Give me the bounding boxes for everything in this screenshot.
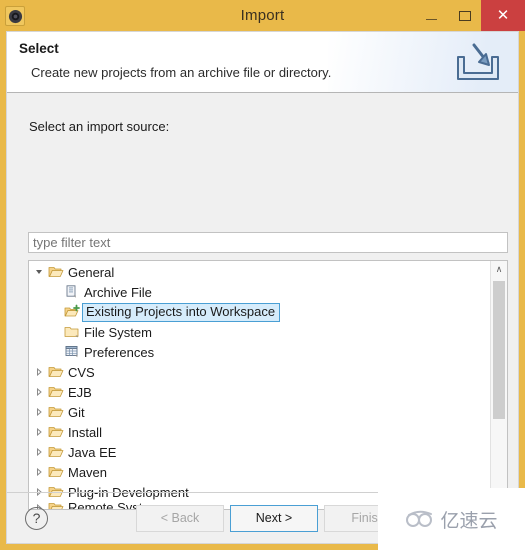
tree-item-label: Git [68, 404, 85, 420]
watermark-text: 亿速云 [440, 509, 498, 532]
help-icon[interactable]: ? [25, 506, 48, 530]
open-folder-icon [48, 467, 64, 477]
tree-item-label: Install [68, 424, 102, 440]
tree-item-ejb[interactable]: EJB [29, 382, 490, 402]
import-source-tree[interactable]: General Archive File Existing Projects int… [28, 260, 508, 510]
import-dialog-window: Import ✕ Select Create new projects from… [0, 0, 525, 550]
tree-item-install[interactable]: Install [29, 422, 490, 442]
title-bar: Import ✕ [0, 0, 525, 31]
twisty-collapsed-icon[interactable] [31, 368, 47, 376]
maximize-icon[interactable] [448, 0, 481, 31]
tree-item-icon [47, 364, 65, 380]
window-controls: ✕ [415, 0, 525, 31]
tree-item-icon [63, 324, 81, 340]
content-area: Select an import source: General Archive … [7, 93, 518, 543]
import-projects-icon [64, 304, 80, 317]
tree-item-icon [47, 264, 65, 280]
source-label: Select an import source: [29, 119, 170, 134]
tree-item-icon [63, 284, 81, 300]
twisty-expanded-icon[interactable] [31, 268, 47, 276]
open-folder-icon [48, 427, 64, 437]
tree-item-label: Java EE [68, 444, 117, 460]
dialog-body: Select Create new projects from an archi… [6, 31, 519, 544]
tree-item-label: EJB [68, 384, 92, 400]
tree-item-label: General [68, 264, 115, 280]
open-folder-icon [48, 267, 64, 277]
tree-item-icon [63, 304, 81, 320]
wizard-banner: Select Create new projects from an archi… [7, 32, 518, 93]
tree-item-icon [47, 384, 65, 400]
tree-item-cvs[interactable]: CVS [29, 362, 490, 382]
tree-item-icon [47, 444, 65, 460]
twisty-collapsed-icon[interactable] [31, 408, 47, 416]
tree-item-maven[interactable]: Maven [29, 462, 490, 482]
twisty-collapsed-icon[interactable] [31, 388, 47, 396]
watermark: 亿速云 [378, 488, 525, 550]
tree-item-label: Existing Projects into Workspace [82, 302, 281, 322]
tree-item-preferences[interactable]: Preferences [29, 342, 490, 362]
twisty-collapsed-icon[interactable] [31, 448, 47, 456]
archive-file-icon [66, 285, 76, 298]
twisty-collapsed-icon[interactable] [31, 468, 47, 476]
tree-item-label: Preferences [84, 344, 155, 360]
tree-item-general[interactable]: General [29, 262, 490, 282]
next-button[interactable]: Next > [230, 504, 318, 532]
cloud-logo-icon [406, 510, 433, 527]
filter-input[interactable] [28, 232, 508, 253]
import-wizard-icon [457, 43, 499, 80]
open-folder-icon [48, 447, 64, 457]
minimize-icon[interactable] [415, 0, 448, 31]
tree-item-label: File System [84, 324, 152, 340]
tree-rows: General Archive File Existing Projects int… [29, 262, 490, 509]
tree-item-label: Maven [68, 464, 108, 480]
tree-item-label: CVS [68, 364, 95, 380]
page-title: Select [19, 41, 59, 56]
tree-item-label: Archive File [84, 284, 152, 300]
open-folder-icon [48, 367, 64, 377]
page-description: Create new projects from an archive file… [31, 65, 332, 80]
open-folder-icon [48, 407, 64, 417]
eclipse-icon [5, 6, 25, 26]
twisty-collapsed-icon[interactable] [31, 428, 47, 436]
tree-item-git[interactable]: Git [29, 402, 490, 422]
tree-item-icon [47, 404, 65, 420]
tree-item-icon [47, 464, 65, 480]
tree-vertical-scrollbar[interactable]: ∧ ∨ [490, 261, 507, 509]
scrollbar-thumb[interactable] [493, 281, 505, 419]
tree-item-file-system[interactable]: File System [29, 322, 490, 342]
tree-item-icon [47, 424, 65, 440]
close-icon[interactable]: ✕ [481, 0, 525, 31]
tree-item-existing-projects-into-workspace[interactable]: Existing Projects into Workspace [29, 302, 490, 322]
preferences-icon [65, 346, 78, 358]
back-button: < Back [136, 504, 224, 532]
folder-icon [64, 327, 79, 338]
tree-item-java-ee[interactable]: Java EE [29, 442, 490, 462]
tree-item-icon [63, 344, 81, 360]
scroll-up-icon[interactable]: ∧ [491, 261, 507, 278]
tree-item-archive-file[interactable]: Archive File [29, 282, 490, 302]
open-folder-icon [48, 387, 64, 397]
